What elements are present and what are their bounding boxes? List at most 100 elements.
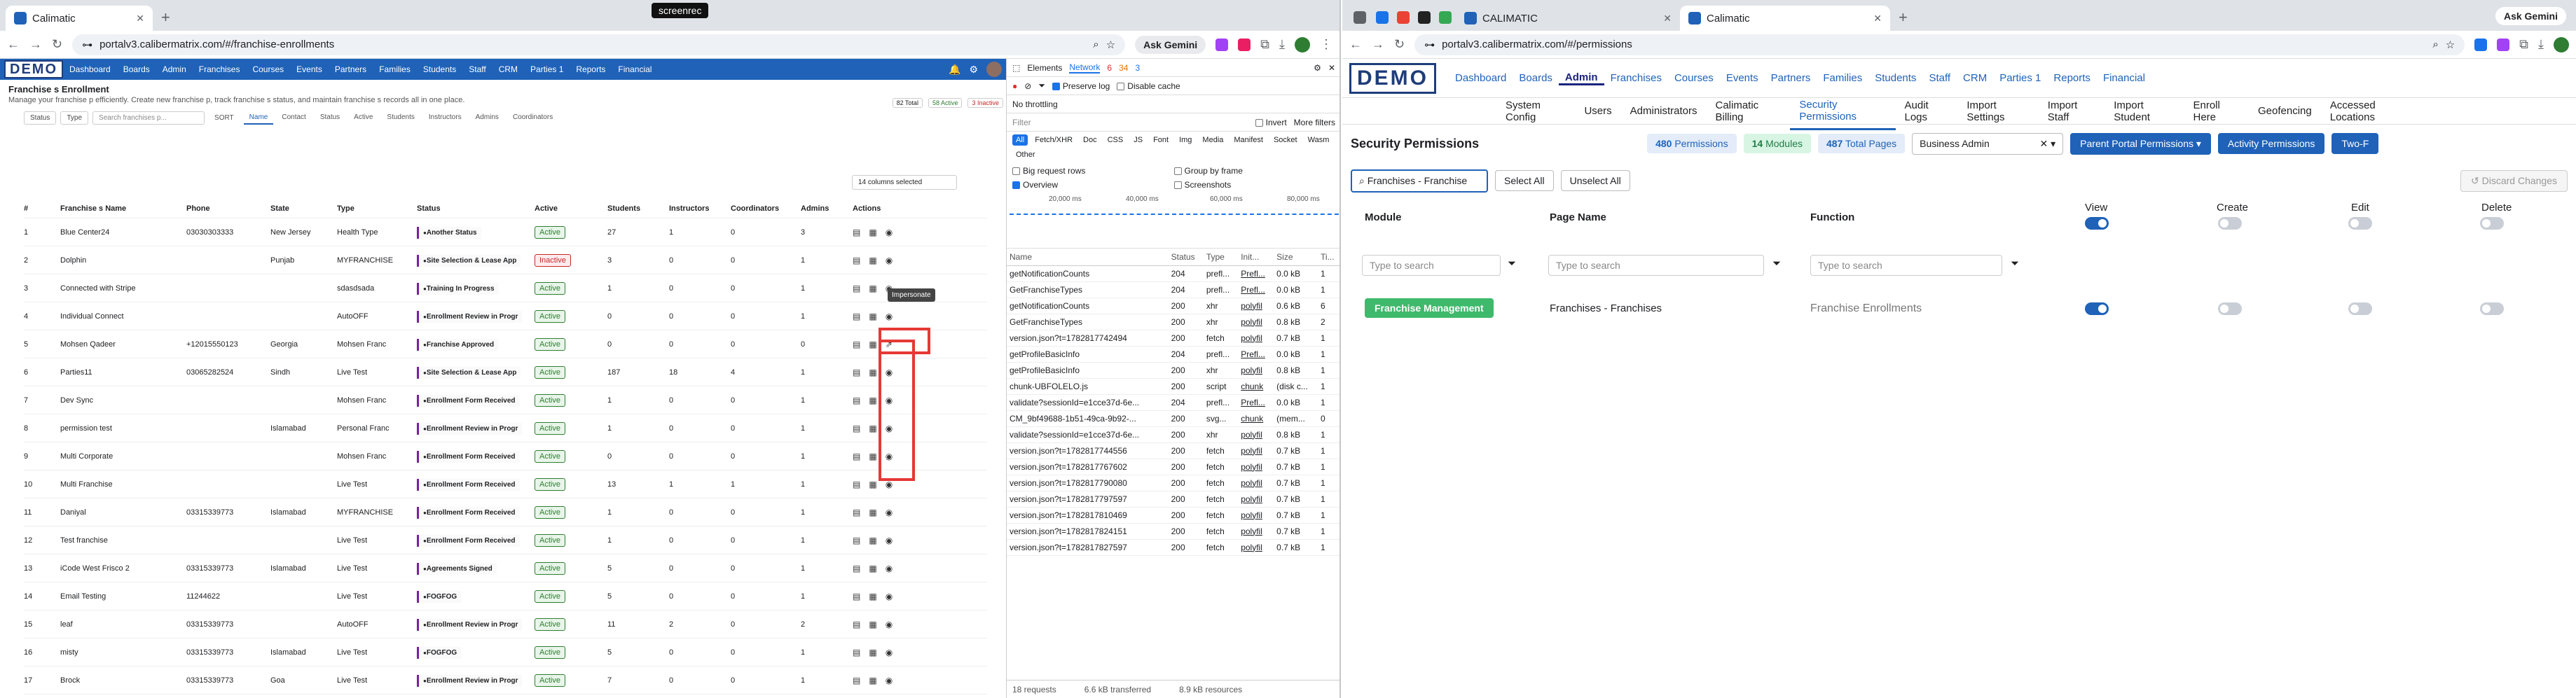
view-eye-icon[interactable]: ◉	[886, 312, 893, 321]
subnav-item[interactable]: Accessed Locations	[2321, 99, 2422, 123]
column-header[interactable]: Franchise s Name	[60, 204, 186, 213]
request-row[interactable]: version.json?t=1782817742494 200 fetch poly…	[1007, 330, 1339, 347]
type-filter[interactable]: Type	[60, 111, 89, 125]
select-all-button[interactable]: Select All	[1495, 170, 1554, 191]
nav-item[interactable]: Students	[417, 64, 462, 74]
view-eye-icon[interactable]: ◉	[886, 676, 893, 685]
nav-item[interactable]: Families	[373, 64, 417, 74]
view-eye-icon[interactable]: ◉	[886, 508, 893, 517]
sort-chip[interactable]: Instructors	[423, 111, 467, 125]
subnav-item[interactable]: System Config	[1496, 99, 1575, 123]
sort-chip[interactable]: Name	[243, 111, 274, 125]
activity-permissions-button[interactable]: Activity Permissions	[2217, 133, 2325, 154]
type-filter[interactable]: Wasm	[1304, 134, 1333, 146]
tab-elements[interactable]: Elements	[1027, 63, 1062, 73]
close-tab-icon[interactable]: ✕	[1873, 13, 1882, 25]
column-header[interactable]: Instructors	[669, 204, 731, 213]
edit-icon[interactable]: ▤	[853, 256, 860, 265]
request-row[interactable]: version.json?t=1782817767602 200 fetch poly…	[1007, 459, 1339, 475]
status-filter[interactable]: Status	[24, 111, 57, 125]
columns-select[interactable]: 14 columns selected	[852, 175, 957, 190]
extension-icon[interactable]	[2474, 38, 2488, 51]
sort-chip[interactable]: Coordinators	[507, 111, 558, 125]
column-header[interactable]: Type	[337, 204, 417, 213]
site-info-icon[interactable]: ⊶	[82, 39, 92, 51]
nav-item[interactable]: Courses	[246, 64, 290, 74]
request-row[interactable]: version.json?t=1782817824151 200 fetch poly…	[1007, 523, 1339, 540]
column-header[interactable]: Status	[417, 204, 535, 213]
settings-gear-icon[interactable]: ⚙	[969, 64, 978, 76]
details-icon[interactable]: ▦	[869, 564, 876, 573]
view-toggle[interactable]	[2085, 302, 2109, 315]
throttling-select[interactable]: No throttling	[1012, 99, 1058, 109]
nav-item[interactable]: Boards	[117, 64, 156, 74]
request-row[interactable]: version.json?t=1782817810469 200 fetch poly…	[1007, 507, 1339, 524]
subnav-item[interactable]: Import Staff	[2039, 99, 2105, 123]
nav-item[interactable]: CRM	[1957, 72, 1993, 84]
view-eye-icon[interactable]: ◉	[886, 620, 893, 629]
browser-tab[interactable]: Calimatic ✕	[6, 6, 153, 31]
menu-kebab-icon[interactable]: ⋮	[1320, 37, 1332, 52]
edit-icon[interactable]: ▤	[853, 620, 860, 629]
request-row[interactable]: version.json?t=1782817790080 200 fetch poly…	[1007, 475, 1339, 491]
close-tab-icon[interactable]: ✕	[136, 13, 144, 25]
edit-all-toggle[interactable]	[2348, 217, 2372, 230]
column-header[interactable]: #	[24, 204, 60, 213]
filter-icon[interactable]: ⏷	[1038, 81, 1045, 91]
browser-tab[interactable]: CALIMATIC ✕	[1456, 6, 1680, 31]
edit-icon[interactable]: ▤	[853, 536, 860, 545]
type-filter[interactable]: Socket	[1270, 134, 1301, 146]
type-filter[interactable]: CSS	[1104, 134, 1127, 146]
edit-icon[interactable]: ▤	[853, 424, 860, 433]
edit-icon[interactable]: ▤	[853, 396, 860, 405]
browser-tab[interactable]: Calimatic ✕	[1680, 6, 1890, 31]
details-icon[interactable]: ▦	[869, 340, 876, 349]
edit-icon[interactable]: ▤	[853, 564, 860, 573]
column-header[interactable]: Type	[1203, 249, 1239, 266]
tab-network[interactable]: Network	[1069, 62, 1101, 74]
nav-item[interactable]: Parties 1	[1993, 72, 2047, 84]
edit-toggle[interactable]	[2348, 302, 2372, 315]
column-header[interactable]: Init...	[1238, 249, 1274, 266]
bookmark-star-icon[interactable]: ☆	[1106, 39, 1115, 51]
request-row[interactable]: validate?sessionId=e1cce37d-6e... 204 pref…	[1007, 394, 1339, 411]
disable-cache-checkbox[interactable]	[1117, 82, 1125, 90]
nav-item[interactable]: Admin	[156, 64, 193, 74]
pinned-tab-icon[interactable]	[1397, 11, 1410, 24]
site-info-icon[interactable]: ⊶	[1424, 39, 1435, 51]
more-filters-button[interactable]: More filters	[1294, 118, 1335, 127]
sort-chip[interactable]: Active	[348, 111, 378, 125]
type-filter[interactable]: Fetch/XHR	[1031, 134, 1076, 146]
column-header[interactable]: Active	[535, 204, 607, 213]
type-filter[interactable]: All	[1012, 134, 1028, 146]
request-row[interactable]: getProfileBasicInfo 204 prefl... Prefl... 0.…	[1007, 346, 1339, 363]
nav-item[interactable]: Reports	[570, 64, 612, 74]
error-count[interactable]: 6	[1107, 63, 1112, 73]
column-header[interactable]: Admins	[801, 204, 853, 213]
request-row[interactable]: getProfileBasicInfo 200 xhr polyfil 0.8 kB 1	[1007, 362, 1339, 379]
type-filter[interactable]: Media	[1199, 134, 1227, 146]
reload-icon[interactable]: ↻	[1394, 37, 1405, 52]
invert-checkbox[interactable]	[1255, 118, 1263, 127]
discard-changes-button[interactable]: ↺ Discard Changes	[2460, 169, 2568, 192]
column-header[interactable]: Coordinators	[731, 204, 801, 213]
extension-icon[interactable]	[1215, 38, 1229, 51]
details-icon[interactable]: ▦	[869, 480, 876, 489]
nav-item[interactable]: Financial	[2097, 72, 2151, 84]
inspect-icon[interactable]: ⬚	[1012, 63, 1020, 73]
details-icon[interactable]: ▦	[869, 312, 876, 321]
pinned-tab-icon[interactable]	[1418, 11, 1431, 24]
nav-item[interactable]: Courses	[1668, 72, 1720, 84]
nav-item[interactable]: Reports	[2047, 72, 2097, 84]
subnav-item[interactable]: Enroll Here	[2184, 99, 2249, 123]
nav-item[interactable]: Boards	[1513, 72, 1559, 84]
nav-item[interactable]: Admin	[1558, 71, 1604, 85]
request-row[interactable]: CM_9bf49688-1b51-49ca-9b92-... 200 svg... c…	[1007, 410, 1339, 427]
details-icon[interactable]: ▦	[869, 592, 876, 601]
request-row[interactable]: getNotificationCounts 200 xhr polyfil 0.6 kB…	[1007, 298, 1339, 314]
new-tab-icon[interactable]: +	[1899, 8, 1908, 27]
delete-all-toggle[interactable]	[2480, 217, 2504, 230]
column-header[interactable]: State	[270, 204, 337, 213]
close-tab-icon[interactable]: ✕	[1663, 13, 1672, 25]
screenshots-checkbox[interactable]	[1173, 181, 1182, 190]
